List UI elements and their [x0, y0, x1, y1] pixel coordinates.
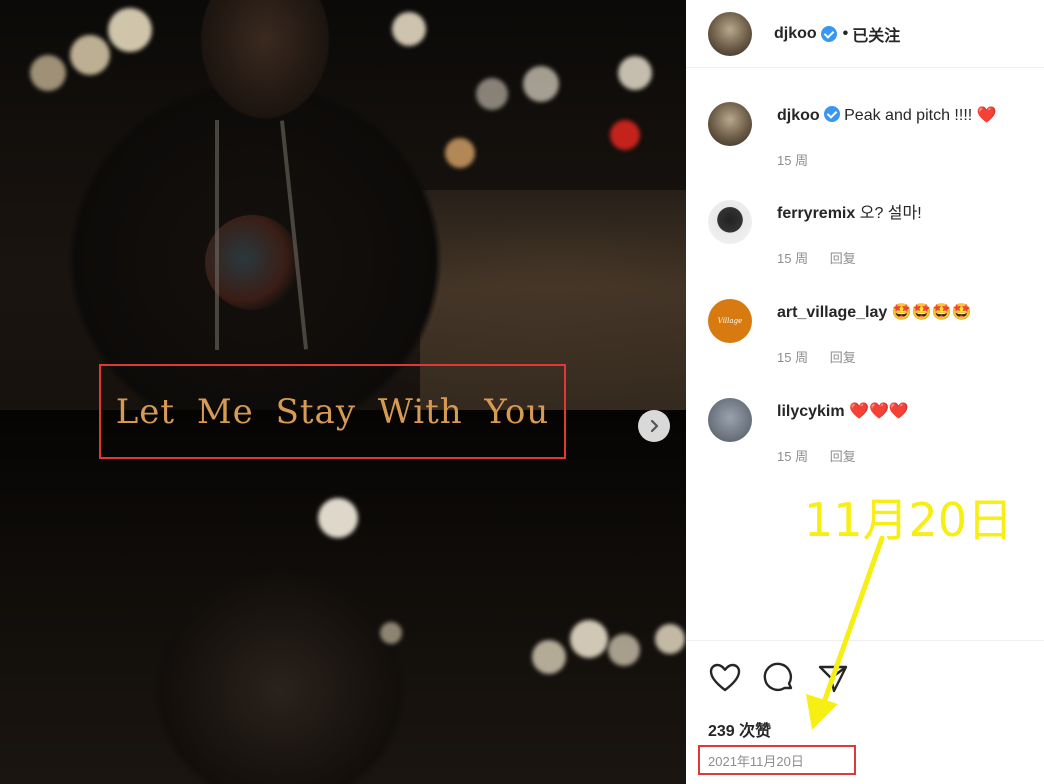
reply-button[interactable]: 回复	[830, 350, 856, 365]
follow-status-button[interactable]: 已关注	[852, 22, 900, 46]
lanyard-left	[215, 120, 219, 350]
comment-text: 🤩🤩🤩🤩	[891, 304, 972, 321]
bokeh-light	[608, 634, 640, 666]
chevron-right-icon	[650, 419, 659, 433]
share-icon[interactable]	[816, 661, 850, 695]
reply-button[interactable]: 回复	[830, 449, 856, 464]
comment-username[interactable]: djkoo	[777, 107, 820, 124]
comment-text: ❤️❤️❤️	[849, 403, 909, 420]
avatar[interactable]	[708, 11, 752, 56]
comment-meta: 15 周	[777, 150, 826, 169]
heart-icon[interactable]	[708, 661, 742, 695]
annotation-label: 11月20日	[804, 493, 1014, 547]
post-media[interactable]: Let Me Stay With You	[0, 0, 686, 784]
comment-meta: 15 周 回复	[777, 347, 874, 366]
comment-username[interactable]: art_village_lay	[777, 304, 887, 321]
comment-text: Peak and pitch !!!! ❤️	[844, 107, 997, 124]
bokeh-light	[655, 624, 685, 654]
comment-username[interactable]: ferryremix	[777, 205, 855, 222]
avatar[interactable]	[708, 102, 752, 146]
comment-age: 15 周	[777, 350, 809, 365]
date-highlight-box: 2021年11月20日	[698, 745, 856, 775]
shirt-print	[205, 215, 300, 310]
post-date: 2021年11月20日	[708, 753, 804, 769]
caption-highlight-box: Let Me Stay With You	[99, 364, 566, 459]
post-sidebar: djkoo • 已关注 djkoo Peak and pitch !!!! ❤️…	[686, 0, 1044, 784]
bokeh-light	[318, 498, 358, 538]
comment-username[interactable]: lilycykim	[777, 403, 845, 420]
lower-figure	[120, 520, 450, 784]
bokeh-light	[30, 55, 66, 91]
avatar[interactable]: Village	[708, 299, 752, 343]
verified-badge-icon	[820, 25, 837, 42]
bokeh-light	[523, 66, 559, 102]
avatar[interactable]	[708, 398, 752, 442]
video-caption: Let Me Stay With You	[115, 391, 550, 432]
next-media-button[interactable]	[638, 410, 670, 442]
bokeh-light	[618, 56, 652, 90]
verified-badge-icon	[823, 106, 840, 122]
comment-age: 15 周	[777, 449, 809, 464]
author-username[interactable]: djkoo	[774, 25, 817, 43]
reply-button[interactable]: 回复	[830, 251, 856, 266]
bokeh-light-red	[610, 120, 640, 150]
separator-dot: •	[842, 24, 849, 42]
bokeh-light	[476, 78, 508, 110]
post-header: djkoo • 已关注	[686, 0, 1044, 68]
bokeh-light	[532, 640, 566, 674]
bokeh-light	[70, 35, 110, 75]
comment-age: 15 周	[777, 153, 809, 168]
bokeh-light	[392, 12, 426, 46]
action-bar: 239 次赞 2021年11月20日	[686, 640, 1044, 784]
like-count[interactable]: 239 次赞	[708, 717, 771, 741]
bokeh-light	[445, 138, 475, 168]
avatar[interactable]	[708, 200, 752, 244]
comment-meta: 15 周 回复	[777, 248, 874, 267]
bokeh-light	[570, 620, 608, 658]
comment-icon[interactable]	[762, 661, 796, 695]
comment-age: 15 周	[777, 251, 809, 266]
bokeh-light	[108, 8, 152, 52]
bokeh-light	[380, 622, 402, 644]
comment-meta: 15 周 回复	[777, 446, 874, 465]
comment-text: 오? 설마!	[859, 205, 922, 222]
